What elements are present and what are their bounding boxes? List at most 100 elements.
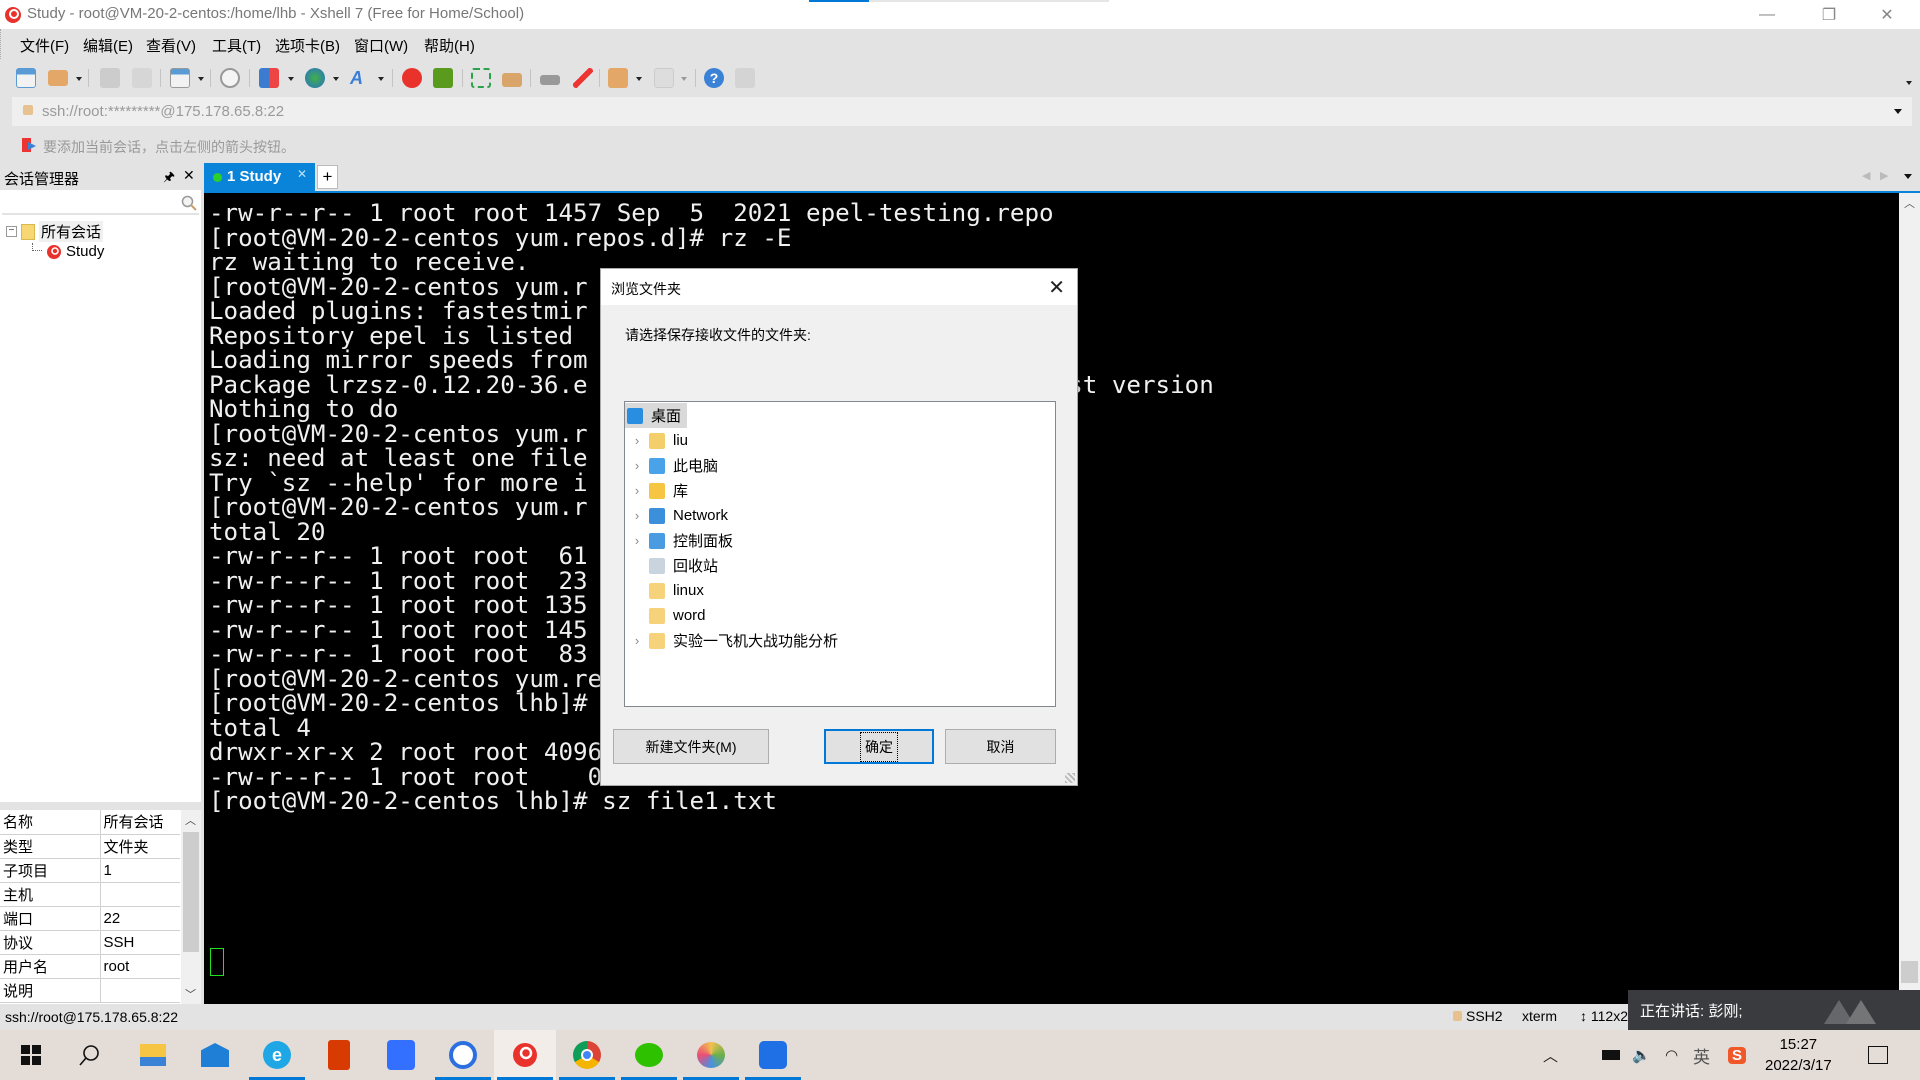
properties-dropdown-caret[interactable] bbox=[198, 77, 204, 81]
folder-tree-item[interactable]: 回收站 bbox=[625, 553, 718, 578]
properties-icon[interactable] bbox=[170, 68, 190, 88]
feishu-icon[interactable] bbox=[370, 1030, 432, 1080]
tree-item-study[interactable]: Study bbox=[32, 242, 104, 260]
help-icon[interactable]: ? bbox=[704, 68, 724, 88]
expand-chevron-icon[interactable]: › bbox=[625, 533, 649, 548]
keyboard-icon[interactable] bbox=[540, 75, 560, 85]
notification-center-icon[interactable] bbox=[1868, 1030, 1888, 1080]
office-icon[interactable] bbox=[308, 1030, 370, 1080]
folder-tree-item[interactable]: › Network bbox=[625, 503, 728, 528]
disconnect-icon[interactable] bbox=[100, 68, 120, 88]
property-row[interactable]: 名称 所有会话 bbox=[0, 810, 180, 835]
session-search-input[interactable] bbox=[2, 193, 199, 215]
cancel-button[interactable]: 取消 bbox=[945, 729, 1056, 764]
search-icon[interactable] bbox=[58, 1030, 120, 1080]
new-folder-icon[interactable] bbox=[608, 68, 628, 88]
expand-chevron-icon[interactable]: › bbox=[625, 633, 649, 648]
address-dropdown-caret[interactable] bbox=[1894, 109, 1902, 114]
property-row[interactable]: 端口 22 bbox=[0, 906, 180, 931]
mail-icon[interactable] bbox=[184, 1030, 246, 1080]
layout-dropdown-caret[interactable] bbox=[681, 77, 687, 81]
wifi-icon[interactable]: ◠ bbox=[1665, 1030, 1678, 1080]
scroll-down-icon[interactable]: ﹀ bbox=[185, 986, 196, 1002]
new-tab-button[interactable]: + bbox=[317, 165, 338, 189]
add-session-arrow-icon[interactable] bbox=[22, 138, 36, 152]
ime-indicator[interactable]: 英 bbox=[1693, 1030, 1710, 1080]
pin-icon[interactable]: 🖈 bbox=[163, 168, 175, 190]
property-row[interactable]: 说明 bbox=[0, 978, 180, 1003]
font-icon[interactable]: A bbox=[350, 68, 370, 88]
expand-chevron-icon[interactable]: › bbox=[625, 458, 649, 473]
menu-tabs[interactable]: 选项卡(B) bbox=[275, 35, 340, 56]
menu-tools[interactable]: 工具(T) bbox=[212, 35, 261, 56]
ok-button[interactable]: 确定 bbox=[824, 729, 934, 764]
wechat-icon[interactable] bbox=[618, 1030, 680, 1080]
folder-tree-item[interactable]: linux bbox=[625, 578, 704, 603]
toolbar-overflow-caret[interactable] bbox=[1906, 81, 1912, 85]
sogou-ime-icon[interactable]: S bbox=[1728, 1030, 1747, 1080]
qq-browser-icon[interactable] bbox=[432, 1030, 494, 1080]
folder-tree-item[interactable]: word bbox=[625, 603, 706, 628]
tray-expand-icon[interactable]: ︿ bbox=[1543, 1030, 1558, 1080]
property-row[interactable]: 用户名 root bbox=[0, 954, 180, 979]
tencent-meeting-icon[interactable] bbox=[742, 1030, 804, 1080]
edge-icon[interactable]: e bbox=[246, 1030, 308, 1080]
xshell-taskbar-icon[interactable] bbox=[494, 1030, 556, 1080]
open-dropdown-caret[interactable] bbox=[76, 77, 82, 81]
dialog-close-button[interactable]: ✕ bbox=[1048, 275, 1065, 300]
lock-icon[interactable] bbox=[502, 73, 522, 87]
properties-scrollbar[interactable]: ︿ ﹀ bbox=[181, 810, 201, 1004]
folder-tree-item[interactable]: 桌面 bbox=[625, 403, 688, 428]
expand-chevron-icon[interactable]: › bbox=[625, 508, 649, 523]
property-row[interactable]: 主机 bbox=[0, 882, 180, 907]
system-clock[interactable]: 15:27 2022/3/17 bbox=[1765, 1034, 1832, 1076]
xftp-icon[interactable] bbox=[433, 68, 453, 88]
scroll-thumb[interactable] bbox=[1901, 961, 1918, 983]
terminal-scrollbar[interactable]: ︿ bbox=[1899, 191, 1920, 1004]
tab-prev-icon[interactable]: ◀ bbox=[1862, 169, 1870, 182]
chat-icon[interactable] bbox=[735, 68, 755, 88]
new-session-icon[interactable] bbox=[16, 68, 36, 88]
folder-tree-item[interactable]: › 库 bbox=[625, 478, 688, 503]
chrome-icon[interactable] bbox=[556, 1030, 618, 1080]
fullscreen-icon[interactable] bbox=[471, 68, 491, 88]
open-folder-icon[interactable] bbox=[48, 70, 68, 86]
property-row[interactable]: 类型 文件夹 bbox=[0, 834, 180, 859]
paint-icon[interactable] bbox=[680, 1030, 742, 1080]
tab-next-icon[interactable]: ▶ bbox=[1880, 169, 1888, 182]
folder-tree[interactable]: 桌面 › liu › 此电脑 › 库 › Network › 控制面板 回收站 linux word › 实验… bbox=[624, 401, 1056, 707]
tab-study[interactable]: 1 Study ✕ bbox=[204, 163, 315, 191]
expand-chevron-icon[interactable]: › bbox=[625, 483, 649, 498]
search-icon[interactable] bbox=[181, 195, 197, 211]
expand-chevron-icon[interactable]: › bbox=[625, 433, 649, 448]
address-input[interactable]: ssh://root:*********@175.178.65.8:22 bbox=[42, 103, 284, 120]
folder-tree-item[interactable]: › 实验一飞机大战功能分析 bbox=[625, 628, 838, 653]
scroll-up-icon[interactable]: ︿ bbox=[1904, 195, 1915, 211]
menu-window[interactable]: 窗口(W) bbox=[354, 35, 408, 56]
globe-dropdown-caret[interactable] bbox=[333, 77, 339, 81]
tree-item-all-sessions[interactable]: − 所有会话 bbox=[6, 221, 104, 242]
windows-start-icon[interactable] bbox=[0, 1030, 62, 1080]
battery-icon[interactable] bbox=[1602, 1030, 1620, 1080]
collapse-toggle[interactable]: − bbox=[6, 226, 17, 237]
menu-help[interactable]: 帮助(H) bbox=[424, 35, 475, 56]
folder-tree-item[interactable]: › liu bbox=[625, 428, 688, 453]
property-row[interactable]: 协议 SSH bbox=[0, 930, 180, 955]
globe-icon[interactable] bbox=[305, 68, 325, 88]
menu-edit[interactable]: 编辑(E) bbox=[83, 35, 133, 56]
file-explorer-icon[interactable] bbox=[122, 1030, 184, 1080]
resize-grip[interactable] bbox=[1065, 773, 1075, 783]
reconnect-icon[interactable] bbox=[132, 68, 152, 88]
transfer-icon[interactable] bbox=[259, 68, 279, 88]
close-tab-icon[interactable]: ✕ bbox=[297, 167, 307, 181]
address-bar[interactable]: ssh://root:*********@175.178.65.8:22 bbox=[12, 97, 1912, 126]
scroll-up-icon[interactable]: ︿ bbox=[185, 812, 196, 828]
highlight-icon[interactable] bbox=[573, 68, 593, 88]
property-row[interactable]: 子项目 1 bbox=[0, 858, 180, 883]
close-panel-icon[interactable]: ✕ bbox=[183, 167, 195, 184]
volume-icon[interactable]: 🔈 bbox=[1632, 1030, 1651, 1080]
scroll-thumb[interactable] bbox=[183, 832, 199, 952]
menu-view[interactable]: 查看(V) bbox=[146, 35, 196, 56]
close-window-button[interactable]: ✕ bbox=[1858, 0, 1916, 29]
restore-button[interactable]: ❐ bbox=[1800, 0, 1858, 29]
